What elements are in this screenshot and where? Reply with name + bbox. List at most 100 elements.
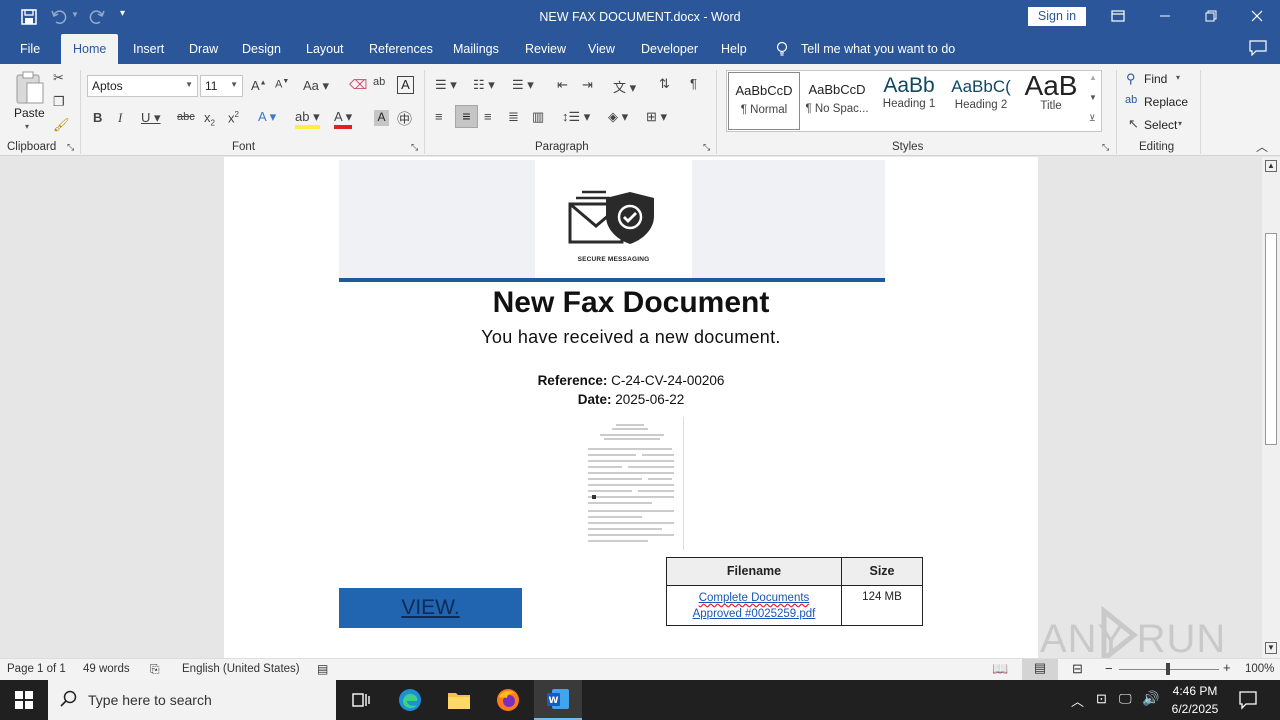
- zoom-in-icon[interactable]: +: [1223, 660, 1231, 675]
- copy-icon[interactable]: ❐: [53, 94, 65, 110]
- zoom-level[interactable]: 100%: [1245, 663, 1274, 675]
- align-left-icon[interactable]: ≡: [435, 109, 443, 124]
- select-button[interactable]: Select: [1144, 118, 1177, 132]
- style-heading-2[interactable]: AaBbC( Heading 2: [945, 72, 1017, 128]
- character-border-icon[interactable]: A: [397, 76, 414, 94]
- paste-icon[interactable]: [14, 70, 46, 106]
- find-button[interactable]: Find: [1144, 72, 1167, 86]
- paragraph-launcher-icon[interactable]: ⤡: [703, 142, 710, 153]
- style-heading-1[interactable]: AaBb Heading 1: [873, 72, 945, 128]
- asian-layout-icon[interactable]: 文 ▾: [613, 77, 636, 96]
- filename-link[interactable]: Complete Documents Approved #0025259.pdf: [667, 586, 842, 625]
- bullets-icon[interactable]: ☰ ▾: [435, 77, 457, 93]
- format-painter-icon[interactable]: 🖌: [53, 117, 70, 133]
- strikethrough-icon[interactable]: abc: [177, 111, 195, 123]
- font-name-box[interactable]: Aptos ▼: [87, 75, 198, 97]
- font-launcher-icon[interactable]: ⤡: [411, 142, 418, 153]
- tab-home[interactable]: Home: [61, 34, 119, 64]
- page-count[interactable]: Page 1 of 1: [7, 663, 66, 675]
- distributed-icon[interactable]: ▥: [532, 109, 544, 125]
- clock-date[interactable]: 6/2/2025: [1164, 702, 1226, 716]
- task-view-icon[interactable]: [351, 690, 371, 710]
- clear-formatting-icon[interactable]: ⌫: [349, 77, 367, 93]
- redo-icon[interactable]: [88, 8, 106, 26]
- text-effects-icon[interactable]: A ▾: [258, 109, 276, 125]
- taskbar-search-box[interactable]: Type here to search: [48, 680, 336, 720]
- read-mode-icon[interactable]: 📖: [992, 661, 1008, 677]
- find-dropdown-icon[interactable]: ▾: [1176, 73, 1180, 82]
- meet-now-icon[interactable]: ⊡: [1096, 691, 1107, 707]
- tab-insert[interactable]: Insert: [133, 42, 164, 56]
- restore-icon[interactable]: [1203, 8, 1219, 24]
- cut-icon[interactable]: ✂: [53, 70, 64, 86]
- clock-time[interactable]: 4:46 PM: [1164, 684, 1226, 698]
- language[interactable]: English (United States): [182, 663, 300, 675]
- scroll-thumb[interactable]: [1265, 233, 1277, 445]
- underline-icon[interactable]: U ▾: [141, 110, 161, 126]
- tab-mailings[interactable]: Mailings: [453, 42, 499, 56]
- collapse-ribbon-icon[interactable]: ︿: [1256, 138, 1268, 155]
- sort-icon[interactable]: ⇅: [659, 76, 670, 92]
- enclose-characters-icon[interactable]: ㊥: [397, 108, 412, 129]
- document-thumbnail[interactable]: [582, 417, 684, 550]
- accessibility-icon[interactable]: ▤: [317, 662, 328, 676]
- phonetic-guide-icon[interactable]: ab: [373, 76, 385, 88]
- styles-scroll-up-icon[interactable]: ▲: [1089, 73, 1097, 82]
- save-icon[interactable]: [20, 8, 38, 26]
- multilevel-list-icon[interactable]: ☰ ▾: [512, 77, 534, 93]
- zoom-slider-thumb[interactable]: [1166, 663, 1170, 675]
- network-icon[interactable]: 🖵: [1119, 691, 1132, 707]
- justify-icon[interactable]: ≣: [508, 109, 519, 125]
- print-layout-icon[interactable]: ▤: [1022, 659, 1058, 680]
- scroll-up-icon[interactable]: ▲: [1265, 160, 1277, 172]
- find-icon[interactable]: ⚲: [1126, 71, 1136, 87]
- tell-me-search[interactable]: Tell me what you want to do: [801, 42, 955, 56]
- increase-indent-icon[interactable]: ⇥: [582, 77, 593, 93]
- clipboard-launcher-icon[interactable]: ⤡: [67, 142, 74, 153]
- subscript-icon[interactable]: x2: [204, 110, 215, 128]
- proofing-icon[interactable]: ⎘: [150, 662, 160, 677]
- change-case-icon[interactable]: Aa ▾: [303, 78, 329, 94]
- comments-icon[interactable]: [1249, 40, 1267, 57]
- tab-file[interactable]: File: [20, 42, 40, 56]
- select-icon[interactable]: ↖: [1128, 116, 1139, 132]
- edge-icon[interactable]: [398, 688, 422, 712]
- shrink-font-icon[interactable]: A▼: [275, 78, 289, 91]
- shading-icon[interactable]: A: [374, 110, 389, 126]
- word-count[interactable]: 49 words: [83, 663, 130, 675]
- tab-view[interactable]: View: [588, 42, 615, 56]
- paste-button[interactable]: Paste: [14, 106, 45, 120]
- style-normal[interactable]: AaBbCcD ¶ Normal: [728, 72, 800, 130]
- decrease-indent-icon[interactable]: ⇤: [557, 77, 568, 93]
- tab-review[interactable]: Review: [525, 42, 566, 56]
- web-layout-icon[interactable]: ⊟: [1072, 661, 1083, 677]
- tab-references[interactable]: References: [369, 42, 433, 56]
- chevron-down-icon[interactable]: ▼: [230, 80, 238, 89]
- show-formatting-icon[interactable]: ¶: [690, 76, 697, 91]
- grow-font-icon[interactable]: A▲: [251, 78, 267, 93]
- scroll-down-icon[interactable]: ▼: [1265, 642, 1277, 654]
- undo-dropdown-icon[interactable]: ▼: [71, 10, 79, 19]
- paragraph-shading-icon[interactable]: ◈ ▾: [608, 109, 628, 125]
- undo-icon[interactable]: [50, 8, 68, 26]
- superscript-icon[interactable]: x2: [228, 110, 239, 125]
- replace-button[interactable]: Replace: [1144, 95, 1188, 109]
- styles-launcher-icon[interactable]: ⤡: [1102, 142, 1109, 153]
- sign-in-button[interactable]: Sign in: [1028, 7, 1086, 26]
- close-icon[interactable]: [1249, 8, 1265, 24]
- tab-help[interactable]: Help: [721, 42, 747, 56]
- select-dropdown-icon[interactable]: ▾: [1178, 119, 1182, 128]
- paste-dropdown-icon[interactable]: ▾: [25, 122, 29, 131]
- tab-draw[interactable]: Draw: [189, 42, 218, 56]
- minimize-icon[interactable]: [1157, 8, 1173, 24]
- font-color-icon[interactable]: A ▾: [334, 109, 353, 129]
- document-page[interactable]: SECURE MESSAGING New Fax Document You ha…: [224, 157, 1038, 658]
- zoom-out-icon[interactable]: −: [1105, 661, 1113, 676]
- replace-icon[interactable]: ab: [1125, 94, 1137, 106]
- tab-design[interactable]: Design: [242, 42, 281, 56]
- firefox-icon[interactable]: [496, 688, 520, 712]
- windows-start-icon[interactable]: [15, 691, 33, 709]
- style-title[interactable]: AaB Title: [1015, 70, 1087, 128]
- styles-more-icon[interactable]: ⊻: [1089, 113, 1096, 124]
- show-hidden-icons-icon[interactable]: ︿: [1071, 691, 1084, 710]
